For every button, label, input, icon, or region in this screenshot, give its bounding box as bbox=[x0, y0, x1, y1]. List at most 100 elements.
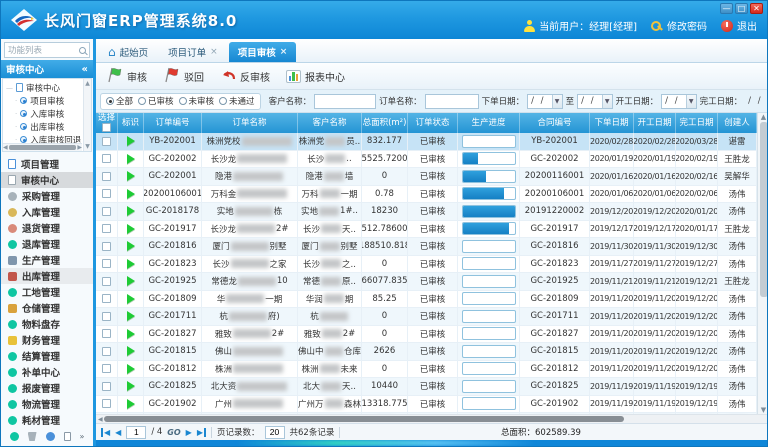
sidebar-item-16[interactable]: 耗材管理 bbox=[1, 412, 93, 428]
maximize-button[interactable]: □ bbox=[735, 3, 748, 14]
table-row[interactable]: GC-201816厦门别墅厦门别墅188510.818已审核GC-2018162… bbox=[96, 238, 757, 256]
order-date-from-picker[interactable]: / / ▼ bbox=[527, 94, 563, 109]
column-header-7[interactable]: 生产进度 bbox=[458, 113, 520, 133]
table-horizontal-scrollbar[interactable]: ◀ bbox=[96, 414, 767, 423]
table-row[interactable]: GC-201815佛山佛山中仓库2626已审核GC-2018152019/11/… bbox=[96, 343, 757, 361]
tab-item-2[interactable]: 项目审核× bbox=[229, 42, 297, 62]
sidebar-item-12[interactable]: 结算管理 bbox=[1, 348, 93, 364]
sidebar-item-13[interactable]: 补单中心 bbox=[1, 364, 93, 380]
row-checkbox[interactable] bbox=[102, 259, 111, 268]
go-button[interactable]: GO bbox=[167, 428, 180, 437]
row-checkbox[interactable] bbox=[102, 347, 111, 356]
radio-option-2[interactable]: 未审核 bbox=[179, 95, 215, 107]
sidebar-item-9[interactable]: 仓储管理 bbox=[1, 300, 93, 316]
scroll-down-icon[interactable]: ▼ bbox=[761, 406, 766, 414]
start-date-picker[interactable]: / / ▼ bbox=[661, 94, 697, 109]
dropdown-icon[interactable]: ▼ bbox=[686, 95, 696, 108]
row-checkbox[interactable] bbox=[102, 242, 111, 251]
sidebar-item-6[interactable]: 生产管理 bbox=[1, 252, 93, 268]
table-row[interactable]: GC-201925常德龙10常德原..266077.835..已审核GC-201… bbox=[96, 273, 757, 291]
order-name-input[interactable] bbox=[425, 94, 479, 109]
function-search-input[interactable]: 功能列表 bbox=[4, 42, 90, 58]
row-checkbox[interactable] bbox=[102, 277, 111, 286]
row-checkbox[interactable] bbox=[102, 382, 111, 391]
tab-close-icon[interactable]: × bbox=[210, 47, 218, 57]
column-header-0[interactable]: 选择 bbox=[96, 113, 118, 133]
next-page-button[interactable]: ▶ bbox=[186, 428, 192, 437]
column-header-10[interactable]: 开工日期 bbox=[634, 113, 676, 133]
column-header-6[interactable]: 订单状态 bbox=[408, 113, 458, 133]
sidebar-item-2[interactable]: 采购管理 bbox=[1, 188, 93, 204]
column-header-4[interactable]: 客户名称 bbox=[298, 113, 362, 133]
scroll-up-icon[interactable]: ▲ bbox=[761, 113, 766, 121]
toolbar-button-2[interactable]: 反审核 bbox=[220, 68, 270, 85]
table-row[interactable]: GC-202001隐港隐港墙0已审核202001160012020/01/162… bbox=[96, 168, 757, 186]
tab-close-icon[interactable]: × bbox=[280, 47, 288, 57]
tab-home[interactable]: ⌂起始页 bbox=[99, 42, 157, 62]
toolbar-button-0[interactable]: 审核 bbox=[106, 67, 147, 86]
table-row[interactable]: 20200106001万科金万科一期0.78已审核202001060012020… bbox=[96, 186, 757, 204]
table-row[interactable]: GC-201917长沙龙2#长沙天..8512.78600..已审核GC-201… bbox=[96, 221, 757, 239]
prev-page-button[interactable]: ◀ bbox=[115, 428, 121, 437]
page-size-input[interactable] bbox=[265, 426, 285, 439]
select-all-checkbox[interactable] bbox=[102, 123, 111, 132]
table-row[interactable]: YB-202001株洲党校株洲党员..832.177已审核YB-20200120… bbox=[96, 133, 757, 151]
column-header-2[interactable]: 订单编号 bbox=[144, 113, 202, 133]
customer-name-input[interactable] bbox=[314, 94, 376, 109]
table-row[interactable]: GC-201827雅致2#雅致2#0已审核GC-2018272019/11/20… bbox=[96, 326, 757, 344]
scrollbar-thumb[interactable] bbox=[104, 416, 624, 422]
row-checkbox[interactable] bbox=[102, 207, 111, 216]
radio-option-3[interactable]: 未通过 bbox=[219, 95, 255, 107]
tab-item-1[interactable]: 项目订单× bbox=[159, 42, 227, 62]
sidebar-item-4[interactable]: 退货管理 bbox=[1, 220, 93, 236]
table-row[interactable]: GC-201809华一期华润期85.25已审核GC-2018092019/11/… bbox=[96, 291, 757, 309]
dropdown-icon[interactable]: ▼ bbox=[602, 95, 612, 108]
column-header-3[interactable]: 订单名称 bbox=[202, 113, 298, 133]
last-page-button[interactable]: ▶ bbox=[197, 428, 206, 437]
column-header-12[interactable]: 创建人 bbox=[718, 113, 757, 133]
change-password-button[interactable]: 修改密码 bbox=[651, 18, 707, 33]
table-row[interactable]: GC-201823长沙之家长沙之..0已审核GC-2018232019/11/2… bbox=[96, 256, 757, 274]
first-page-button[interactable]: ◀ bbox=[101, 428, 110, 437]
radio-option-0[interactable]: 全部 bbox=[106, 95, 133, 107]
row-checkbox[interactable] bbox=[102, 364, 111, 373]
tree-item-1[interactable]: ·入库审核 bbox=[6, 107, 83, 120]
sidebar-item-1[interactable]: 审核中心 bbox=[1, 172, 93, 188]
row-checkbox[interactable] bbox=[102, 172, 111, 181]
row-checkbox[interactable] bbox=[102, 312, 111, 321]
sidebar-item-5[interactable]: 退库管理 bbox=[1, 236, 93, 252]
dot-teal-icon[interactable] bbox=[10, 432, 19, 441]
row-checkbox[interactable] bbox=[102, 399, 111, 408]
minimize-button[interactable]: — bbox=[720, 3, 733, 14]
dot-blue-icon[interactable] bbox=[46, 432, 55, 441]
sidebar-item-14[interactable]: 报废管理 bbox=[1, 380, 93, 396]
row-checkbox[interactable] bbox=[102, 189, 111, 198]
page-number-input[interactable] bbox=[126, 426, 146, 439]
table-row[interactable]: GC-2018178实地栋实地1#..18230已审核2019122000220… bbox=[96, 203, 757, 221]
radio-option-1[interactable]: 已审核 bbox=[138, 95, 174, 107]
sidebar-item-10[interactable]: 物料盘存 bbox=[1, 316, 93, 332]
tree-horizontal-scrollbar[interactable]: ◀▶ bbox=[3, 143, 82, 151]
sidebar-item-0[interactable]: 项目管理 bbox=[1, 156, 93, 172]
scroll-left-icon[interactable]: ◀ bbox=[98, 416, 103, 423]
toolbar-button-3[interactable]: 报表中心 bbox=[286, 69, 345, 84]
table-row[interactable]: GC-201902广州广州万森林13318.775已审核GC-201902201… bbox=[96, 396, 757, 414]
column-header-9[interactable]: 下单日期 bbox=[590, 113, 634, 133]
sidebar-item-15[interactable]: 物流管理 bbox=[1, 396, 93, 412]
toolbar-button-1[interactable]: 驳回 bbox=[163, 67, 204, 86]
sidebar-item-7[interactable]: 出库管理 bbox=[1, 268, 93, 284]
more-icon[interactable]: » bbox=[80, 432, 85, 441]
tree-item-2[interactable]: ·出库审核 bbox=[6, 120, 83, 133]
page-icon[interactable] bbox=[64, 432, 71, 441]
tree-item-0[interactable]: ·项目审核 bbox=[6, 94, 83, 107]
cart-icon[interactable] bbox=[28, 432, 37, 441]
row-checkbox[interactable] bbox=[102, 294, 111, 303]
sidebar-item-8[interactable]: 工地管理 bbox=[1, 284, 93, 300]
tree-vertical-scrollbar[interactable]: ▲▼ bbox=[83, 79, 91, 151]
tree-root[interactable]: — 审核中心 bbox=[6, 81, 83, 94]
row-checkbox[interactable] bbox=[102, 224, 111, 233]
row-checkbox[interactable] bbox=[102, 329, 111, 338]
finish-date-picker[interactable]: / / bbox=[745, 94, 767, 109]
scrollbar-thumb[interactable] bbox=[760, 122, 768, 297]
dropdown-icon[interactable]: ▼ bbox=[552, 95, 562, 108]
